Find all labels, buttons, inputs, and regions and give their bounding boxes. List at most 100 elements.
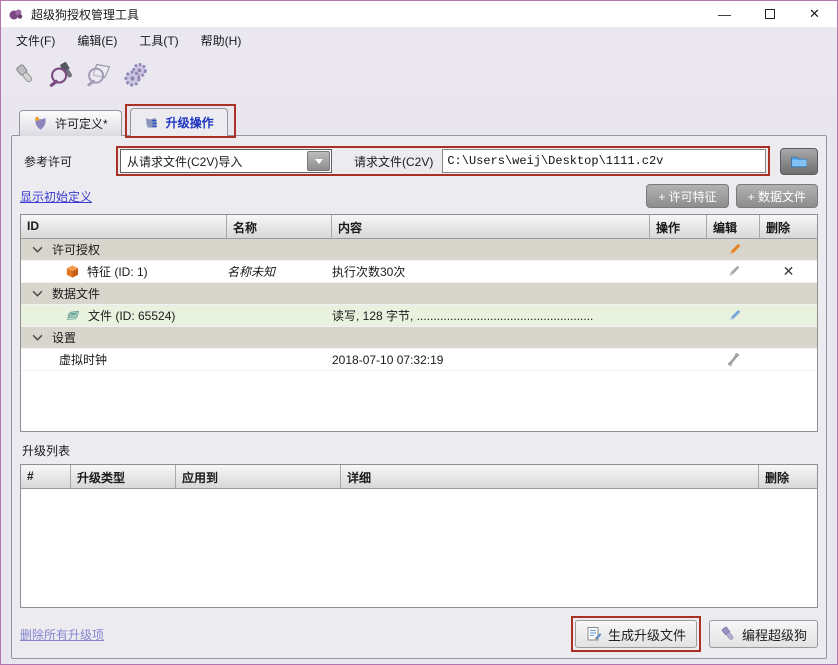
virtual-clock-value: 2018-07-10 07:32:19	[332, 349, 650, 370]
col-delete[interactable]: 删除	[759, 465, 817, 489]
table-row-group-license[interactable]: 许可授权	[21, 239, 817, 261]
content-area: 许可定义* 升级操作 参考许可 从请求文件(C2V)导入	[1, 96, 837, 665]
inspect-file-icon	[85, 61, 113, 89]
pencil-orange-icon	[726, 242, 742, 258]
feature-cube-icon	[65, 264, 80, 279]
actions-row: 显示初始定义 + 许可特征 + 数据文件	[20, 184, 818, 208]
folder-icon	[790, 154, 808, 169]
col-id[interactable]: ID	[21, 215, 227, 239]
import-mode-value: 从请求文件(C2V)导入	[127, 153, 242, 170]
annotation-box-reference: 从请求文件(C2V)导入 请求文件(C2V)	[116, 146, 770, 176]
upgrade-operation-panel: 参考许可 从请求文件(C2V)导入 请求文件(C2V) 显示初	[11, 135, 827, 659]
bottom-actions-row: 删除所有升级项 生成升级文件 编程超级狗	[20, 608, 818, 652]
tab-upgrade-label: 升级操作	[166, 114, 214, 131]
reference-license-label: 参考许可	[20, 153, 116, 170]
upgrade-tab-icon	[144, 115, 159, 130]
tab-upgrade-operation[interactable]: 升级操作	[130, 108, 228, 136]
group-datafiles-label: 数据文件	[52, 285, 100, 302]
tab-license-label: 许可定义*	[55, 115, 108, 132]
license-table-empty-area	[21, 371, 817, 431]
col-number[interactable]: #	[21, 465, 71, 489]
inspect-dongle-toolbar-button[interactable]	[46, 59, 78, 91]
upgrade-list-title: 升级列表	[20, 442, 818, 459]
license-tab-icon	[33, 116, 48, 131]
upgrade-table-header: # 升级类型 应用到 详细 删除	[21, 465, 817, 489]
app-window: 超级狗授权管理工具 — ✕ 文件(F) 编辑(E) 工具(T) 帮助(H)	[0, 0, 838, 665]
configure-clock-button[interactable]	[707, 349, 760, 370]
inspect-dongle-icon	[48, 61, 76, 89]
table-row-feature[interactable]: 特征 (ID: 1) 名称未知 执行次数30次 ✕	[21, 261, 817, 283]
col-delete[interactable]: 删除	[760, 215, 817, 239]
maximize-icon	[765, 9, 775, 19]
col-action[interactable]: 操作	[650, 215, 707, 239]
col-edit[interactable]: 编辑	[707, 215, 760, 239]
chevron-down-icon[interactable]	[307, 151, 330, 171]
table-row-file[interactable]: 文件 (ID: 65524) 读写, 128 字节, .............…	[21, 305, 817, 327]
reference-license-row: 参考许可 从请求文件(C2V)导入 请求文件(C2V)	[20, 146, 818, 176]
chevron-down-icon[interactable]	[32, 246, 43, 253]
col-content[interactable]: 内容	[332, 215, 650, 239]
edit-feature-button[interactable]	[707, 261, 760, 282]
license-table-header: ID 名称 内容 操作 编辑 删除	[21, 215, 817, 239]
table-row-group-settings[interactable]: 设置	[21, 327, 817, 349]
import-mode-select[interactable]: 从请求文件(C2V)导入	[120, 149, 332, 173]
table-row-virtual-clock[interactable]: 虚拟时钟 2018-07-10 07:32:19	[21, 349, 817, 371]
program-dongle-icon	[720, 626, 736, 642]
wrench-icon	[726, 352, 741, 367]
menu-file[interactable]: 文件(F)	[5, 28, 66, 53]
delete-feature-button[interactable]: ✕	[760, 261, 817, 282]
menu-edit[interactable]: 编辑(E)	[66, 28, 128, 53]
close-icon: ✕	[809, 6, 820, 22]
upgrade-table-empty-area	[21, 489, 817, 607]
generate-button-label: 生成升级文件	[608, 625, 686, 644]
edit-license-button[interactable]	[707, 239, 760, 260]
pencil-gray-icon	[726, 264, 741, 279]
close-button[interactable]: ✕	[792, 1, 837, 27]
col-detail[interactable]: 详细	[341, 465, 759, 489]
col-name[interactable]: 名称	[227, 215, 332, 239]
chevron-down-icon[interactable]	[32, 290, 43, 297]
maximize-button[interactable]	[747, 1, 792, 27]
feature-content: 执行次数30次	[332, 261, 650, 282]
dongle-icon	[12, 62, 38, 88]
window-title: 超级狗授权管理工具	[31, 6, 139, 23]
delete-x-icon: ✕	[783, 263, 795, 280]
table-row-group-datafiles[interactable]: 数据文件	[21, 283, 817, 305]
minimize-button[interactable]: —	[702, 1, 747, 27]
minimize-icon: —	[718, 7, 731, 22]
request-file-input[interactable]	[442, 149, 766, 173]
program-superdog-button[interactable]: 编程超级狗	[709, 620, 818, 648]
add-data-file-button[interactable]: + 数据文件	[736, 184, 818, 208]
delete-all-upgrades-link[interactable]: 删除所有升级项	[20, 626, 104, 643]
program-dongle-toolbar-button[interactable]	[9, 59, 41, 91]
menu-help[interactable]: 帮助(H)	[190, 28, 253, 53]
virtual-clock-label: 虚拟时钟	[59, 351, 107, 368]
pencil-blue-icon	[726, 308, 742, 324]
settings-toolbar-button[interactable]	[120, 59, 152, 91]
gears-icon	[122, 61, 150, 89]
chevron-down-icon[interactable]	[32, 334, 43, 341]
menu-tools[interactable]: 工具(T)	[128, 28, 189, 53]
feature-name: 名称未知	[227, 261, 332, 282]
data-file-icon	[65, 308, 81, 323]
edit-file-button[interactable]	[707, 305, 760, 326]
col-apply-to[interactable]: 应用到	[176, 465, 341, 489]
request-file-label: 请求文件(C2V)	[354, 153, 433, 170]
app-icon	[8, 6, 24, 22]
tab-bar: 许可定义* 升级操作	[11, 102, 827, 136]
group-license-label: 许可授权	[52, 241, 100, 258]
group-settings-label: 设置	[52, 329, 76, 346]
inspect-file-toolbar-button[interactable]	[83, 59, 115, 91]
toolbar	[1, 54, 837, 96]
col-upgrade-type[interactable]: 升级类型	[71, 465, 176, 489]
file-id-label: 文件 (ID: 65524)	[88, 307, 175, 324]
generate-upgrade-file-button[interactable]: 生成升级文件	[575, 620, 697, 648]
tab-license-definition[interactable]: 许可定义*	[19, 110, 122, 136]
browse-file-button[interactable]	[780, 148, 818, 175]
annotation-box-upgrade-tab: 升级操作	[125, 104, 236, 138]
program-button-label: 编程超级狗	[742, 625, 807, 644]
menubar: 文件(F) 编辑(E) 工具(T) 帮助(H)	[1, 27, 837, 54]
license-table: ID 名称 内容 操作 编辑 删除 许可授权	[20, 214, 818, 432]
show-initial-definition-link[interactable]: 显示初始定义	[20, 188, 92, 205]
add-license-feature-button[interactable]: + 许可特征	[646, 184, 728, 208]
